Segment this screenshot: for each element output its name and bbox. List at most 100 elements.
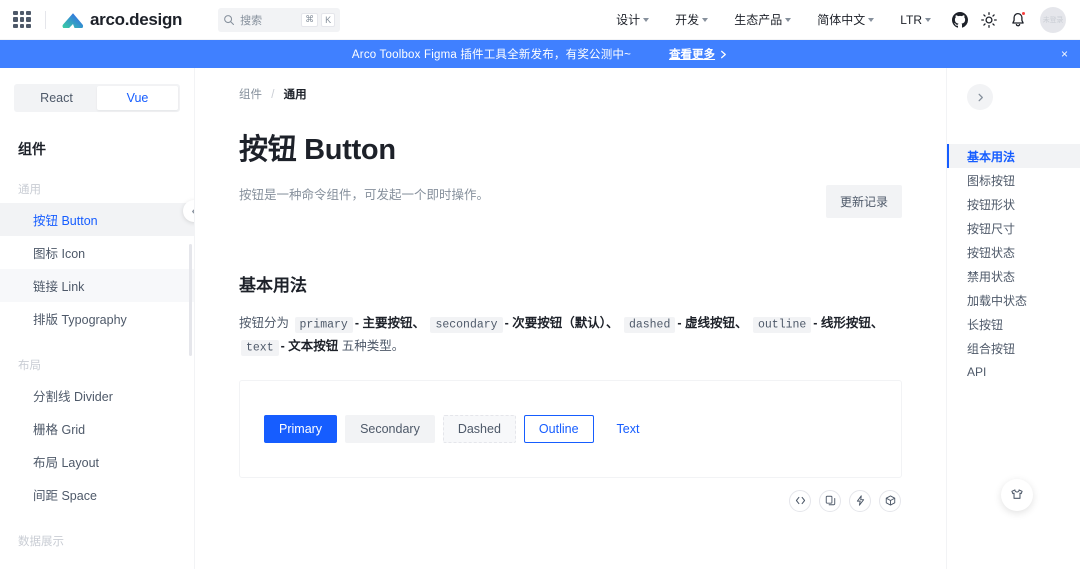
open-codesandbox-button[interactable] [879,489,901,512]
nav-development[interactable]: 开发 [662,0,721,39]
section-heading-icon-button: 图标按钮 [239,565,902,569]
sidebar-scrollbar[interactable] [189,244,192,356]
chevron-right-icon [978,93,983,101]
codesandbox-icon [885,495,895,506]
page-title: 按钮 Button [239,134,396,166]
lightning-icon [856,495,864,506]
demo-button-dashed[interactable]: Dashed [442,414,516,443]
github-link[interactable] [947,7,973,33]
theme-toggle-button[interactable] [976,7,1002,33]
logo-text: arco.design [90,9,183,29]
chevron-down-icon [702,18,709,22]
notification-badge [1021,10,1026,16]
para-suffix: 五种类型。 [341,339,405,354]
open-codepen-button[interactable] [849,489,871,512]
promo-banner-close-button[interactable]: × [1061,48,1068,60]
toc-item-long-button[interactable]: 长按钮 [947,312,1080,336]
toc-item-basic-usage[interactable]: 基本用法 [947,144,1080,168]
sidebar-item-typography[interactable]: 排版 Typography [0,302,194,335]
toc-item-button-group[interactable]: 组合按钮 [947,336,1080,360]
sun-icon [981,11,997,28]
chevron-down-icon [643,18,650,22]
code-icon [795,496,805,505]
framework-option-vue[interactable]: Vue [97,86,178,110]
promo-banner-more-link[interactable]: 查看更多 [669,46,728,62]
top-header: arco.design 搜索 ⌘ K 设计 开发 生态产品 简体中文 LTR 未… [0,0,1080,40]
code-text: text [241,339,279,356]
arco-logo-mark [62,12,83,28]
sidebar-item-divider[interactable]: 分割线 Divider [0,379,194,412]
toc-list: 基本用法 图标按钮 按钮形状 按钮尺寸 按钮状态 禁用状态 加载中状态 长按钮 … [947,144,1080,384]
toc-expand-button[interactable] [967,84,993,110]
notifications-button[interactable] [1005,7,1031,33]
desc-primary: - 主要按钮、 [354,316,425,330]
breadcrumb-current: 通用 [283,89,307,101]
nav-ecosystem-label: 生态产品 [734,13,783,27]
page-description: 按钮是一种命令组件，可发起一个即时操作。 [239,188,490,202]
apps-grid-icon[interactable] [13,10,31,29]
toc-item-loading-status[interactable]: 加载中状态 [947,288,1080,312]
sidebar-item-space[interactable]: 间距 Space [0,478,194,511]
arco-logo[interactable]: arco.design [62,10,182,30]
sidebar-item-icon[interactable]: 图标 Icon [0,236,194,269]
sidebar-item-link[interactable]: 链接 Link [0,269,194,302]
promo-banner: Arco Toolbox Figma 插件工具全新发布，有奖公测中~ 查看更多 … [0,40,1080,68]
toc-item-icon-button[interactable]: 图标按钮 [947,168,1080,192]
section-heading-basic-usage: 基本用法 [239,276,307,295]
left-sidebar: React Vue 组件 通用 按钮 Button 图标 Icon 链接 Lin… [0,68,195,569]
toc-item-button-size[interactable]: 按钮尺寸 [947,216,1080,240]
kbd-command: ⌘ [301,12,319,27]
table-of-contents: 基本用法 图标按钮 按钮形状 按钮尺寸 按钮状态 禁用状态 加载中状态 长按钮 … [946,68,1080,569]
nav-direction-label: LTR [900,12,922,27]
sidebar-item-layout[interactable]: 布局 Layout [0,445,194,478]
para-prefix: 按钮分为 [239,316,290,330]
breadcrumb-parent[interactable]: 组件 [239,89,262,101]
demo-button-primary[interactable]: Primary [264,414,338,443]
toc-item-button-shape[interactable]: 按钮形状 [947,192,1080,216]
nav-language[interactable]: 简体中文 [804,0,887,39]
tshirt-theme-icon [1011,489,1023,499]
sidebar-group-general-label: 通用 [18,184,41,196]
search-input[interactable]: 搜索 ⌘ K [218,7,341,32]
nav-design[interactable]: 设计 [603,0,662,39]
page-description-row: 按钮是一种命令组件，可发起一个即时操作。 更新记录 [239,185,902,218]
search-placeholder: 搜索 [240,14,263,27]
sidebar-group-layout-label: 布局 [18,360,41,372]
sidebar-title: 组件 [18,141,46,157]
code-secondary: secondary [430,316,503,333]
demo-button-text[interactable]: Text [602,415,655,443]
toc-item-button-status[interactable]: 按钮状态 [947,240,1080,264]
toc-item-disabled-status[interactable]: 禁用状态 [947,264,1080,288]
nav-design-label: 设计 [616,13,641,27]
avatar[interactable]: 未登录 [1040,6,1066,33]
changelog-button[interactable]: 更新记录 [825,185,902,218]
theme-customize-button[interactable] [1001,479,1033,511]
code-dashed: dashed [623,316,676,333]
demo-button-secondary[interactable]: Secondary [345,414,435,443]
chevron-down-icon [925,18,931,22]
nav-ecosystem[interactable]: 生态产品 [721,0,804,39]
sidebar-item-button[interactable]: 按钮 Button [0,203,194,236]
toc-item-api[interactable]: API [947,360,1080,384]
chevron-down-icon [868,18,875,22]
breadcrumb-separator: / [271,89,275,101]
desc-text: - 文本按钮 [280,339,339,354]
breadcrumb: 组件 / 通用 [239,86,902,102]
github-icon [952,11,968,28]
copy-icon [825,495,835,506]
main-content: 组件 / 通用 按钮 Button 按钮是一种命令组件，可发起一个即时操作。 更… [195,68,946,569]
nav-direction[interactable]: LTR [887,0,944,39]
demo-action-toolbar [239,489,902,512]
desc-secondary: - 次要按钮（默认）、 [504,316,619,330]
sidebar-item-grid[interactable]: 栅格 Grid [0,412,194,445]
copy-code-button[interactable] [819,489,841,512]
chevron-down-icon [785,18,792,22]
nav-language-label: 简体中文 [817,13,866,27]
search-icon [224,14,235,25]
page-body: React Vue 组件 通用 按钮 Button 图标 Icon 链接 Lin… [0,68,1080,569]
demo-button-outline[interactable]: Outline [523,414,594,443]
header-divider [45,10,46,29]
chevron-right-icon [721,50,726,58]
show-code-button[interactable] [789,489,811,512]
framework-option-react[interactable]: React [16,86,97,110]
